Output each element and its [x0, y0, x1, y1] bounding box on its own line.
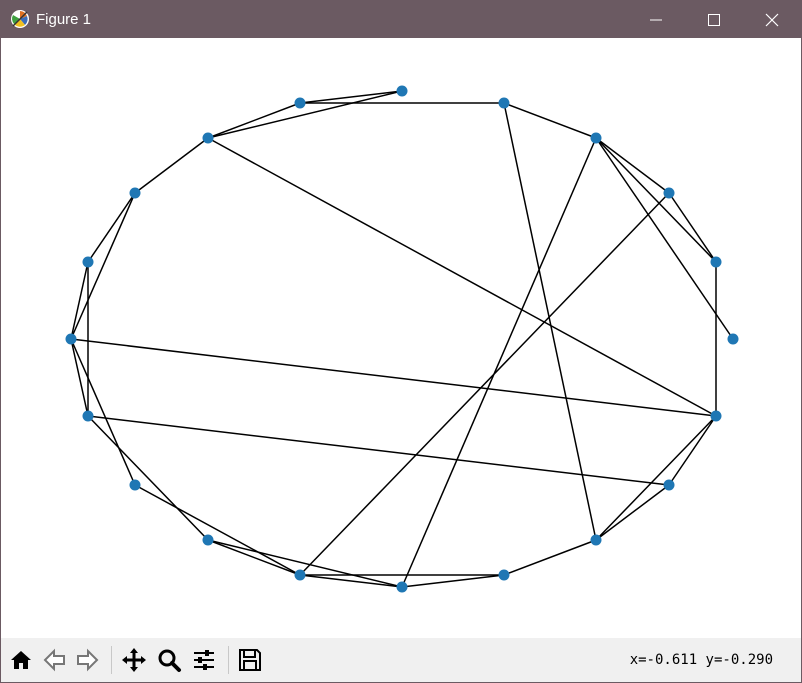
graph-node	[129, 479, 141, 491]
figure-canvas[interactable]	[1, 38, 801, 638]
graph-edge	[70, 338, 717, 417]
minimize-icon	[650, 19, 662, 21]
graph-node	[663, 479, 675, 491]
graph-edge	[70, 338, 136, 486]
home-icon	[11, 651, 31, 669]
pan-icon	[122, 648, 146, 672]
graph-edge	[134, 484, 301, 576]
graph-node	[202, 534, 214, 546]
configure-subplots-icon	[194, 650, 214, 670]
back-arrow-icon	[43, 648, 65, 672]
graph-node	[82, 410, 94, 422]
graph-edge	[207, 90, 403, 139]
graph-node	[294, 569, 306, 581]
graph-edge	[207, 539, 403, 588]
forward-arrow-icon	[77, 648, 99, 672]
graph-node	[202, 132, 214, 144]
graph-node	[396, 85, 408, 97]
navigation-toolbar: x=-0.611 y=-0.290	[1, 638, 801, 682]
figure-window: Figure 1 x=-0.611 y=-0.290	[0, 0, 802, 683]
graph-edge	[70, 192, 136, 340]
graph-edge	[87, 415, 209, 541]
graph-edge	[70, 338, 89, 417]
graph-edge	[401, 137, 597, 588]
close-button[interactable]	[743, 1, 801, 38]
graph-node	[129, 187, 141, 199]
graph-edge	[668, 415, 717, 486]
network-graph	[65, 85, 739, 593]
zoom-icon	[158, 649, 181, 672]
graph-edge	[207, 539, 301, 576]
graph-edge	[401, 574, 505, 588]
graph-node	[498, 97, 510, 109]
graph-edge	[207, 137, 717, 417]
pan-button[interactable]	[118, 644, 150, 676]
graph-edge	[299, 192, 670, 576]
graph-edge	[595, 137, 734, 340]
graph-edge	[134, 137, 209, 194]
window-title: Figure 1	[36, 11, 92, 28]
close-icon	[765, 13, 779, 27]
matplotlib-logo-icon	[10, 9, 30, 29]
graph-node	[294, 97, 306, 109]
graph-edge	[503, 102, 597, 139]
graph-edge	[299, 90, 403, 104]
minimize-button[interactable]	[627, 1, 685, 38]
graph-node	[82, 256, 94, 268]
cursor-coordinates: x=-0.611 y=-0.290	[629, 652, 773, 668]
toolbar-separator	[228, 646, 229, 674]
graph-node	[65, 333, 77, 345]
graph-edge	[87, 415, 670, 486]
back-button[interactable]	[39, 644, 71, 676]
graph-node	[663, 187, 675, 199]
graph-node	[710, 410, 722, 422]
graph-node	[498, 569, 510, 581]
graph-edge	[503, 539, 597, 576]
save-icon	[239, 649, 261, 671]
graph-edge	[87, 192, 136, 263]
save-button[interactable]	[234, 644, 266, 676]
maximize-icon	[708, 14, 720, 26]
zoom-button[interactable]	[153, 644, 185, 676]
toolbar-separator	[111, 646, 112, 674]
graph-node	[727, 333, 739, 345]
title-bar[interactable]: Figure 1	[1, 1, 801, 38]
graph-edge	[299, 574, 403, 588]
graph-edge	[207, 102, 301, 139]
graph-node	[590, 534, 602, 546]
graph-edge	[668, 192, 717, 263]
maximize-button[interactable]	[685, 1, 743, 38]
graph-node	[710, 256, 722, 268]
graph-edge	[595, 484, 670, 541]
forward-button[interactable]	[71, 644, 103, 676]
graph-edge	[595, 137, 717, 263]
configure-subplots-button[interactable]	[188, 644, 220, 676]
graph-edge	[595, 137, 670, 194]
graph-node	[590, 132, 602, 144]
graph-edge	[70, 261, 89, 340]
home-button[interactable]	[5, 644, 37, 676]
graph-node	[396, 581, 408, 593]
